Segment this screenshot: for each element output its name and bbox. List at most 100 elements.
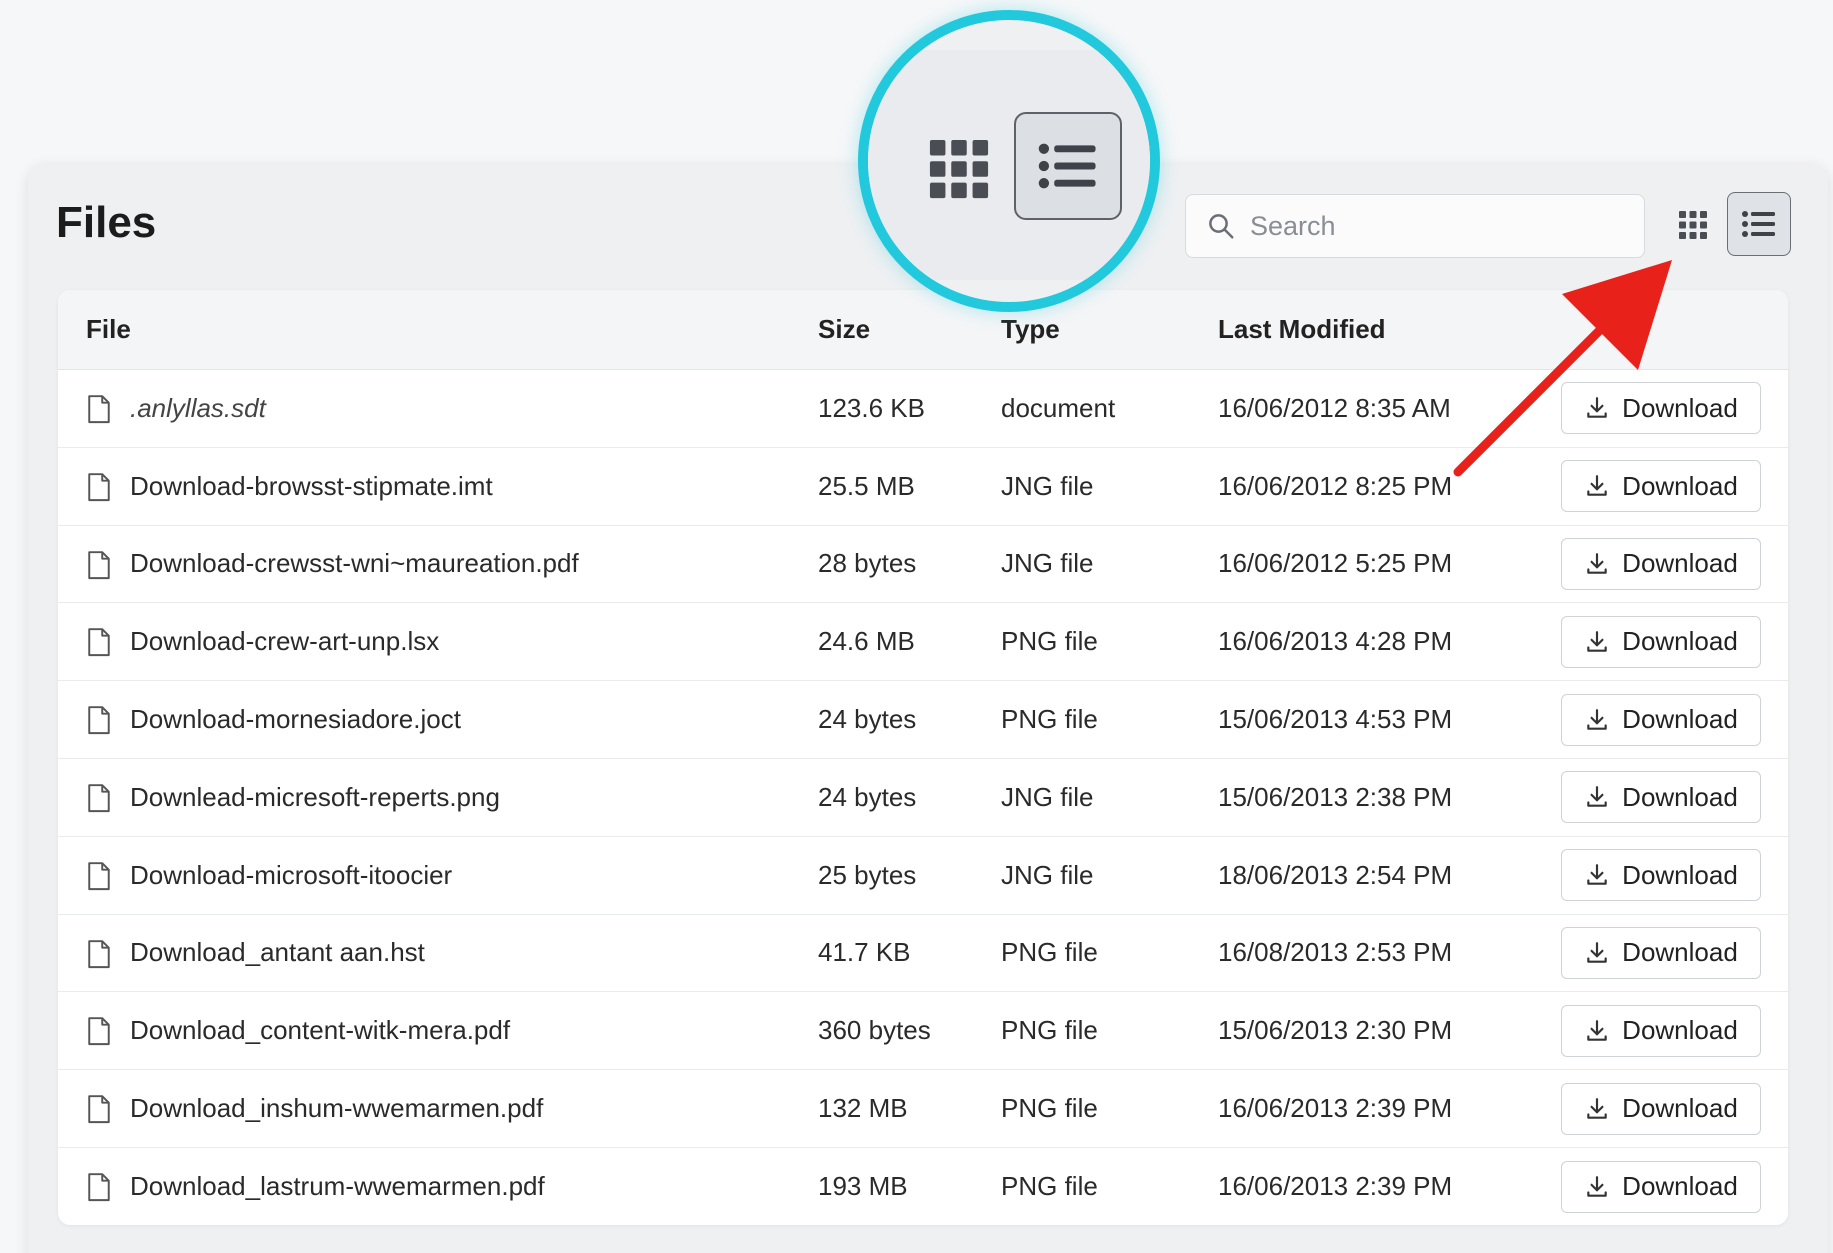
file-modified: 18/06/2013 2:54 PM	[1218, 859, 1453, 890]
grid-view-button[interactable]	[1664, 196, 1722, 254]
download-button[interactable]: Download	[1561, 615, 1761, 668]
file-type: JNG file	[1001, 548, 1094, 579]
file-size: 25.5 MB	[818, 470, 915, 501]
file-type: PNG file	[1001, 1015, 1098, 1046]
download-button[interactable]: Download	[1561, 771, 1761, 824]
zoom-callout	[858, 10, 1160, 312]
search-icon	[1209, 214, 1234, 239]
file-name[interactable]: Downlead-micresoft-reperts.png	[130, 782, 500, 813]
download-label: Download	[1622, 859, 1738, 890]
download-icon	[1584, 707, 1622, 733]
download-label: Download	[1622, 1015, 1738, 1046]
search-box[interactable]	[1185, 194, 1645, 258]
file-icon	[86, 1016, 112, 1046]
download-icon	[1584, 1174, 1622, 1200]
file-icon	[86, 861, 112, 891]
file-type: JNG file	[1001, 859, 1094, 890]
file-modified: 16/06/2013 4:28 PM	[1218, 626, 1453, 657]
download-label: Download	[1622, 1093, 1738, 1124]
file-type: PNG file	[1001, 704, 1098, 735]
file-size: 41.7 KB	[818, 937, 911, 968]
file-type: JNG file	[1001, 781, 1094, 812]
table-row[interactable]: Downlead-micresoft-reperts.png 24 bytes JN…	[58, 759, 1788, 837]
grid-icon	[1679, 211, 1707, 239]
download-icon	[1584, 1096, 1622, 1122]
file-icon	[86, 394, 112, 424]
table-body: .anlyllas.sdt 123.6 KB document 16/06/2012 …	[58, 370, 1788, 1225]
file-size: 132 MB	[818, 1093, 908, 1124]
file-type: document	[1001, 392, 1116, 423]
download-button[interactable]: Download	[1561, 1004, 1761, 1057]
file-modified: 15/06/2013 4:53 PM	[1218, 704, 1453, 735]
download-label: Download	[1622, 704, 1738, 735]
column-header-type[interactable]: Type	[1001, 314, 1060, 345]
file-modified: 15/06/2013 2:38 PM	[1218, 781, 1453, 812]
list-view-button[interactable]	[1727, 192, 1791, 256]
file-size: 24 bytes	[818, 704, 917, 735]
file-icon	[86, 783, 112, 813]
file-name[interactable]: Download-microsoft-itoocier	[130, 860, 452, 891]
file-type: PNG file	[1001, 626, 1098, 657]
file-modified: 16/08/2013 2:53 PM	[1218, 937, 1453, 968]
file-modified: 16/06/2013 2:39 PM	[1218, 1171, 1453, 1202]
table-row[interactable]: Download-mornesiadore.joct 24 bytes PNG fi…	[58, 681, 1788, 759]
table-row[interactable]: Download-microsoft-itoocier 25 bytes JNG f…	[58, 837, 1788, 915]
download-icon	[1584, 940, 1622, 966]
table-row[interactable]: Download_content-witk-mera.pdf 360 bytes P…	[58, 992, 1788, 1071]
file-icon	[86, 939, 112, 969]
file-name[interactable]: Download-browsst-stipmate.imt	[130, 471, 493, 502]
column-header-size[interactable]: Size	[818, 314, 870, 345]
file-modified: 16/06/2012 5:25 PM	[1218, 548, 1453, 579]
file-icon	[86, 705, 112, 735]
file-type: PNG file	[1001, 1171, 1098, 1202]
table-row[interactable]: Download_antant aan.hst 41.7 KB PNG file 16…	[58, 915, 1788, 993]
page-title: Files	[56, 198, 157, 247]
download-button[interactable]: Download	[1561, 1082, 1761, 1135]
file-size: 24.6 MB	[818, 626, 915, 657]
download-label: Download	[1622, 548, 1738, 579]
download-label: Download	[1622, 626, 1738, 657]
table-row[interactable]: Download-crew-art-unp.lsx 24.6 MB PNG file…	[58, 603, 1788, 682]
download-button[interactable]: Download	[1561, 849, 1761, 902]
table-row[interactable]: Download-crewsst-wni~maureation.pdf 28 by…	[58, 526, 1788, 604]
download-button[interactable]: Download	[1561, 537, 1761, 590]
download-icon	[1584, 784, 1622, 810]
file-name[interactable]: Download_inshum-wwemarmen.pdf	[130, 1093, 543, 1124]
file-size: 28 bytes	[818, 548, 917, 579]
table-row[interactable]: Download_lastrum-wwemarmen.pdf 193 MB PNG …	[58, 1148, 1788, 1225]
file-size: 24 bytes	[818, 781, 917, 812]
file-name[interactable]: .anlyllas.sdt	[130, 393, 266, 424]
download-label: Download	[1622, 1171, 1738, 1202]
column-header-file[interactable]: File	[86, 314, 131, 345]
file-size: 25 bytes	[818, 859, 917, 890]
file-name[interactable]: Download_lastrum-wwemarmen.pdf	[130, 1171, 545, 1202]
download-label: Download	[1622, 937, 1738, 968]
file-size: 193 MB	[818, 1171, 908, 1202]
download-button[interactable]: Download	[1561, 693, 1761, 746]
file-modified: 16/06/2012 8:35 AM	[1218, 392, 1451, 423]
file-name[interactable]: Download-mornesiadore.joct	[130, 704, 461, 735]
column-header-modified[interactable]: Last Modified	[1218, 314, 1386, 345]
file-name[interactable]: Download_antant aan.hst	[130, 937, 425, 968]
download-button[interactable]: Download	[1561, 926, 1761, 979]
search-input[interactable]	[1250, 210, 1630, 242]
file-name[interactable]: Download-crewsst-wni~maureation.pdf	[130, 548, 579, 579]
list-icon	[1742, 211, 1775, 237]
download-icon	[1584, 862, 1622, 888]
file-name[interactable]: Download-crew-art-unp.lsx	[130, 626, 439, 657]
file-icon	[86, 1094, 112, 1124]
file-name[interactable]: Download_content-witk-mera.pdf	[130, 1015, 510, 1046]
download-icon	[1584, 1018, 1622, 1044]
file-type: PNG file	[1001, 1093, 1098, 1124]
file-modified: 15/06/2013 2:30 PM	[1218, 1015, 1453, 1046]
table-row[interactable]: Download_inshum-wwemarmen.pdf 132 MB PNG f…	[58, 1070, 1788, 1148]
download-icon	[1584, 551, 1622, 577]
pointer-arrow	[1453, 260, 1672, 477]
file-icon	[86, 472, 112, 502]
file-modified: 16/06/2012 8:25 PM	[1218, 470, 1453, 501]
file-icon	[86, 627, 112, 657]
download-button[interactable]: Download	[1561, 1160, 1761, 1213]
file-icon	[86, 1172, 112, 1202]
file-icon	[86, 550, 112, 580]
file-type: PNG file	[1001, 937, 1098, 968]
